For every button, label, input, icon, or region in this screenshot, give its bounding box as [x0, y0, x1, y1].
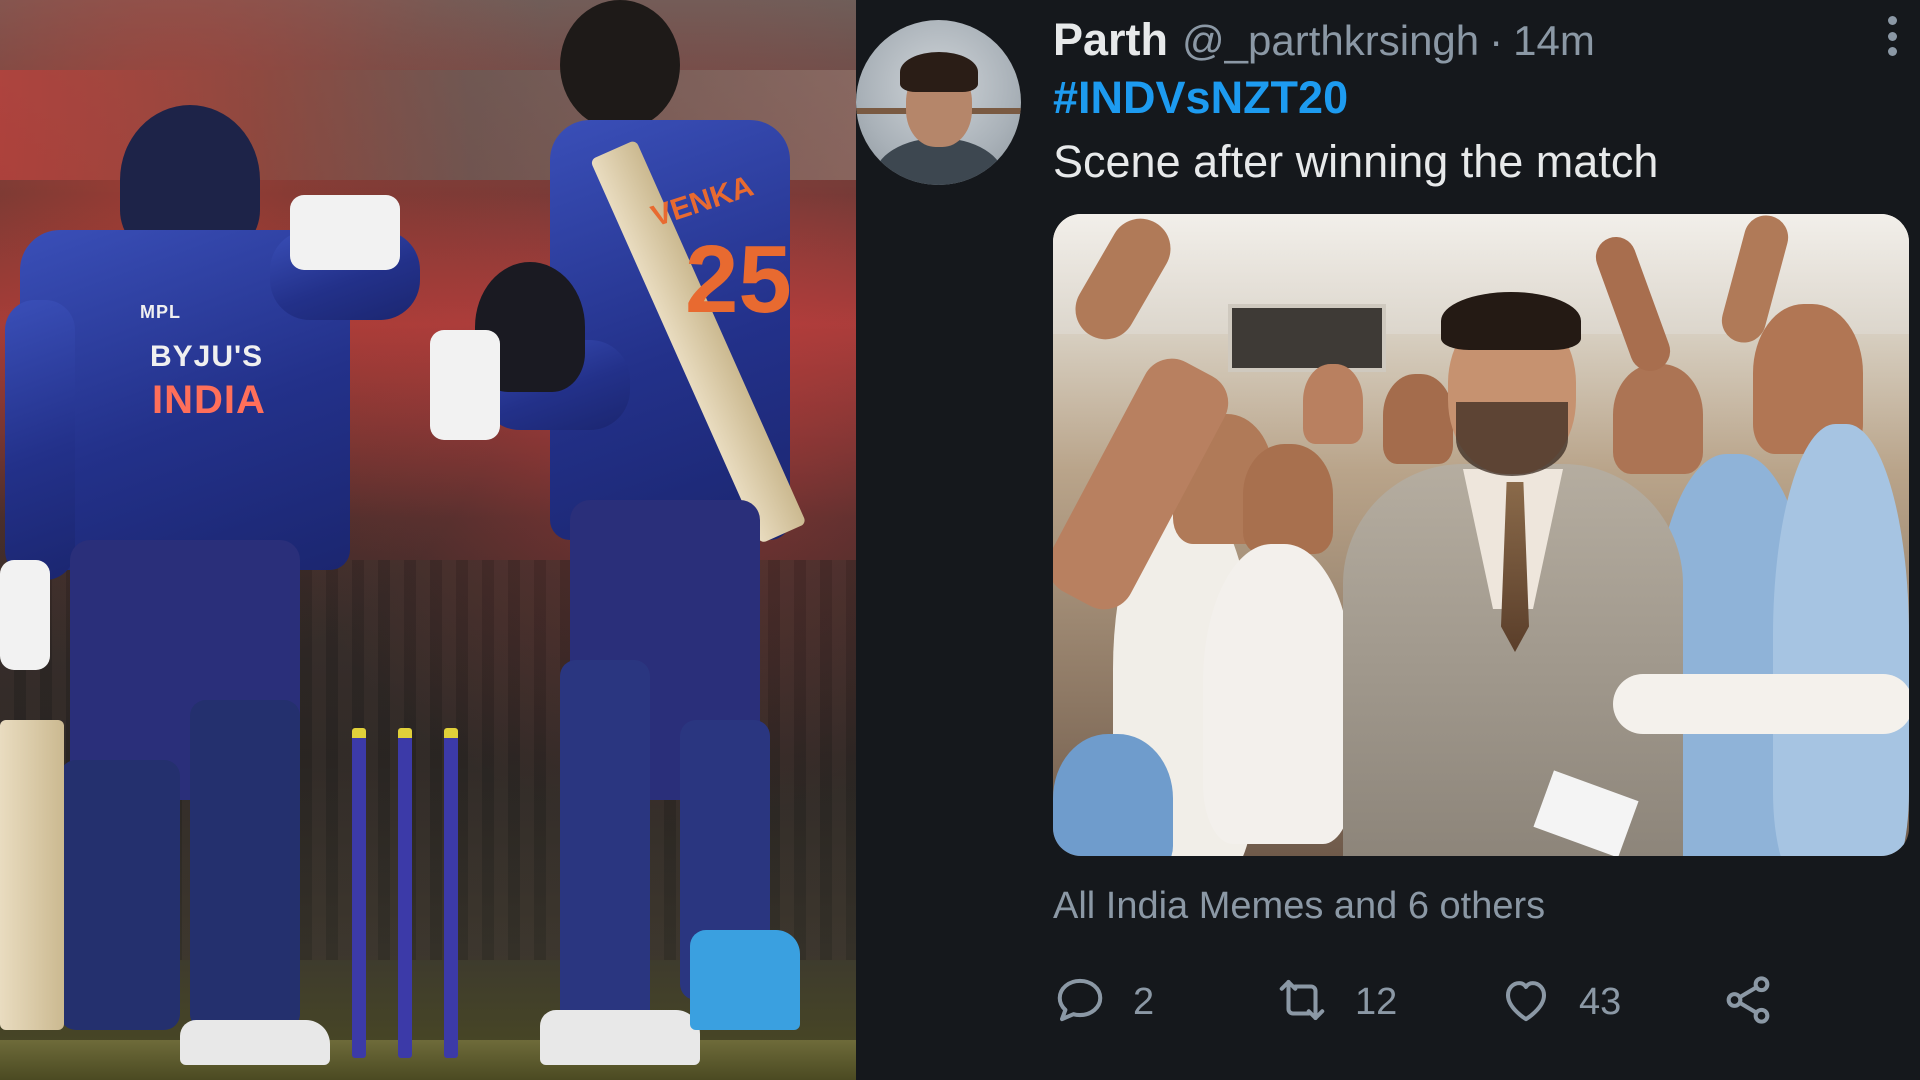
- retweet-button[interactable]: 12: [1275, 972, 1397, 1032]
- tweet-header: Parth @_parthkrsingh · 14m: [1053, 14, 1595, 66]
- author-name[interactable]: Parth: [1053, 14, 1168, 66]
- player-right: VENKA 25: [420, 0, 856, 1080]
- crowd-person: [1773, 424, 1909, 856]
- batting-glove: [0, 560, 50, 670]
- player-head: [560, 0, 680, 130]
- crowd-person: [1243, 444, 1333, 554]
- crowd-person: [1053, 734, 1173, 856]
- crowd-person: [1383, 374, 1453, 464]
- share-button[interactable]: [1721, 972, 1775, 1032]
- reaching-arm: [1613, 674, 1909, 734]
- share-icon: [1721, 973, 1775, 1032]
- leg-pad: [60, 760, 180, 1030]
- tweet-actions: 2 12 43: [1053, 972, 1909, 1032]
- player-left: MPL BYJU'S INDIA: [0, 0, 430, 1080]
- batting-glove: [430, 330, 500, 440]
- leg-pad: [560, 660, 650, 1040]
- cricket-photo: MPL BYJU'S INDIA VENKA 25: [0, 0, 856, 1080]
- jersey-sponsor: BYJU'S: [150, 340, 264, 373]
- avatar-hair: [900, 52, 978, 92]
- leg-pad: [190, 700, 300, 1030]
- heart-icon: [1499, 973, 1553, 1032]
- crowd-person: [1203, 544, 1353, 844]
- shoe: [690, 930, 800, 1030]
- retweet-icon: [1275, 973, 1329, 1032]
- social-context[interactable]: All India Memes and 6 others: [1053, 885, 1545, 928]
- timestamp[interactable]: 14m: [1513, 17, 1595, 65]
- like-count: 43: [1579, 980, 1622, 1023]
- jersey-brand: MPL: [140, 302, 181, 322]
- like-button[interactable]: 43: [1499, 972, 1621, 1032]
- crowd-person: [1613, 364, 1703, 474]
- man-beard: [1456, 402, 1568, 476]
- author-handle[interactable]: @_parthkrsingh: [1182, 17, 1479, 65]
- reply-count: 2: [1133, 980, 1155, 1023]
- retweet-count: 12: [1355, 980, 1398, 1023]
- tweet-media-image[interactable]: [1053, 214, 1909, 856]
- reply-button[interactable]: 2: [1053, 972, 1154, 1032]
- reply-icon: [1053, 973, 1107, 1032]
- avatar[interactable]: [856, 20, 1021, 185]
- shoe: [540, 1010, 700, 1065]
- separator-dot: ·: [1489, 17, 1504, 64]
- tweet-text: Scene after winning the match: [1053, 136, 1659, 187]
- hashtag-link[interactable]: #INDVsNZT20: [1053, 72, 1348, 124]
- more-options-icon[interactable]: [1886, 16, 1898, 56]
- jersey-team: INDIA: [152, 378, 266, 422]
- media-window: [1228, 304, 1386, 372]
- tweet-card: Parth @_parthkrsingh · 14m #INDVsNZT20 S…: [856, 0, 1920, 1080]
- arm-left: [5, 300, 75, 580]
- batting-glove: [290, 195, 400, 270]
- man-hair: [1441, 292, 1581, 350]
- shoe: [180, 1020, 330, 1065]
- jersey-number: 25: [685, 226, 792, 333]
- cricket-bat: [0, 720, 64, 1030]
- crowd-person: [1303, 364, 1363, 444]
